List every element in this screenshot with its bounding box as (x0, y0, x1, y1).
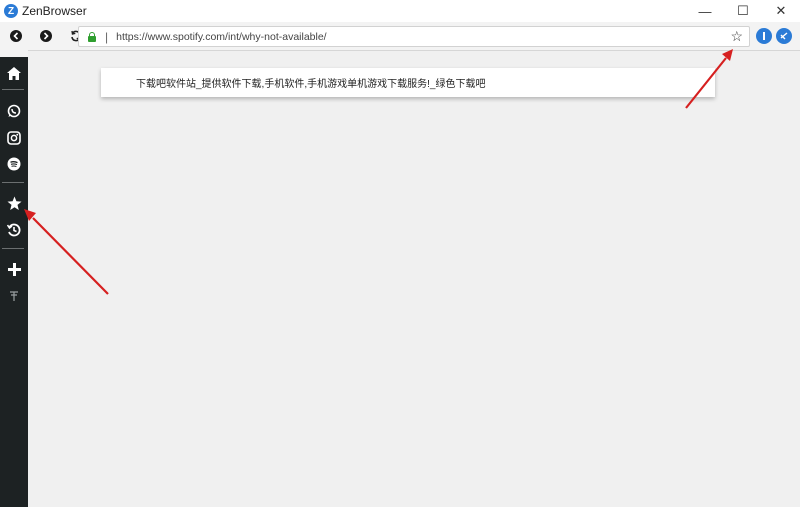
arrow-to-sidebar-star-icon (24, 209, 109, 295)
annotation-arrows (24, 49, 733, 295)
arrow-to-bookmark-icon (685, 49, 733, 109)
